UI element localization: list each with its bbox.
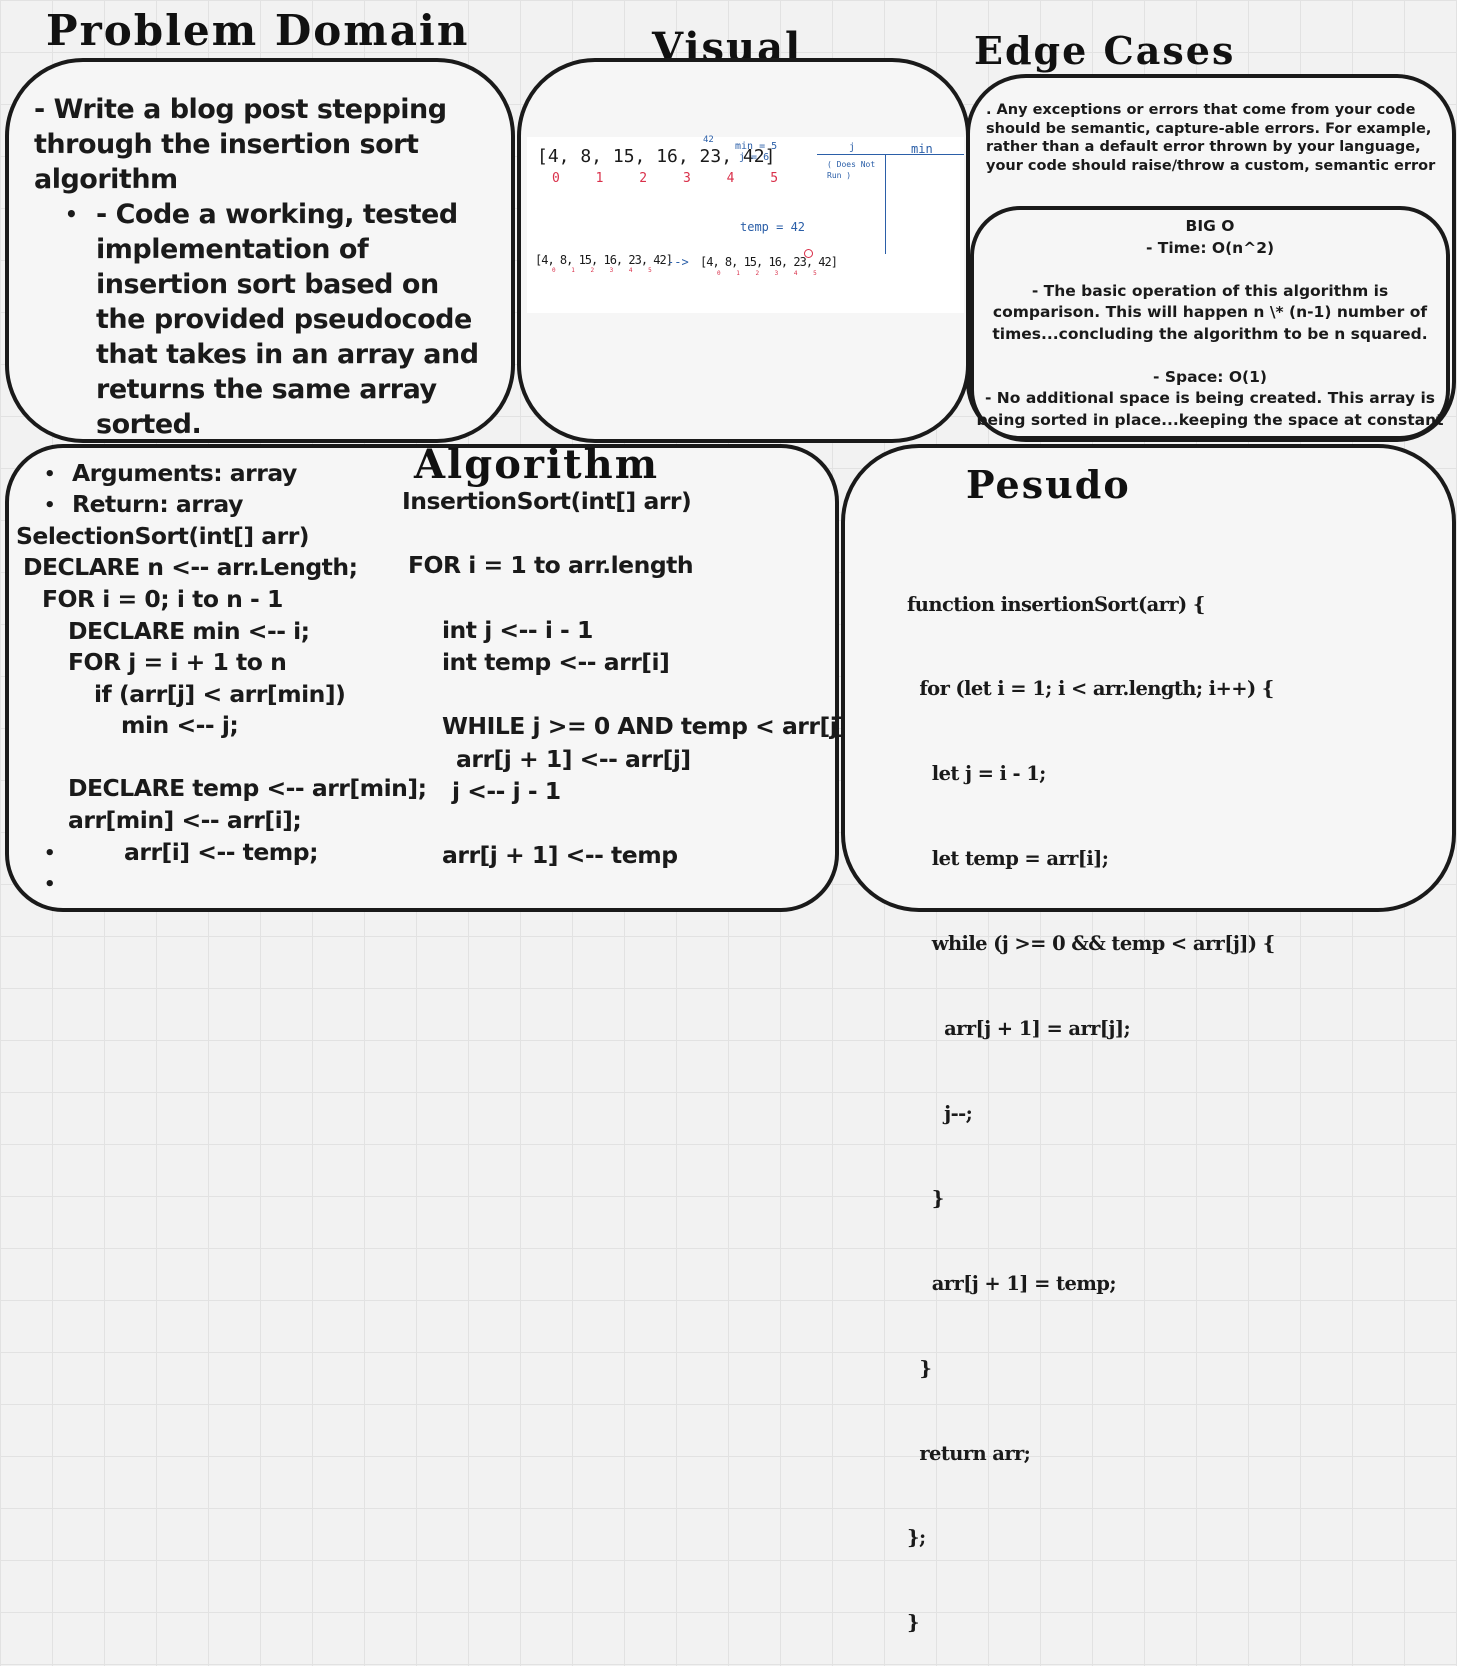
trace-vertical-line [885,154,886,254]
pseudo-code-line: while (j >= 0 && temp < arr[j]) { [907,932,1276,956]
indices-top: 0 1 2 3 4 5 [552,171,793,186]
big-o-text: BIG O - Time: O(n^2) - The basic operati… [976,216,1444,431]
big-o-time-desc: - The basic operation of this algorithm … [992,281,1428,343]
problem-domain-item-1: - Write a blog post stepping through the… [34,94,447,195]
arguments-line: Arguments: array [72,459,297,487]
pseudo-code-line: for (let i = 1; i < arr.length; i++) { [907,677,1274,701]
insertion-code-line: arr[j + 1] <-- arr[j] [456,745,691,773]
pseudo-code-line: let j = i - 1; [907,762,1047,786]
bullet-dot: • [44,874,56,895]
array-after: [4, 8, 15, 16, 23, 42] [700,255,838,269]
selection-code-line: FOR i = 0; i to n - 1 [42,585,283,613]
pseudo-heading: Pesudo [966,462,1131,507]
temp-note: temp = 42 [740,220,806,234]
pseudo-code-line: j--; [907,1101,973,1125]
insertion-code-line: int j <-- i - 1 [442,616,593,644]
selection-code-line: DECLARE min <-- i; [68,617,310,645]
edge-cases-text: . Any exceptions or errors that come fro… [986,102,1436,174]
selection-code-line: SelectionSort(int[] arr) [16,522,310,550]
pseudo-code-line: let temp = arr[i]; [907,847,1109,871]
bullet-dot: • [44,464,56,485]
small-42-note: 42 [703,135,714,145]
pseudo-code-line: } [907,1356,932,1380]
selection-code-line: DECLARE temp <-- arr[min]; [68,774,427,802]
selection-code-line: DECLARE n <-- arr.Length; [23,553,358,581]
visual-whiteboard: [4, 8, 15, 16, 23, 42] 42 0 1 2 3 4 5 mi… [527,135,964,313]
insertion-code-line: int temp <-- arr[i] [442,648,670,676]
insertion-code-line: arr[j + 1] <-- temp [442,841,678,869]
indices-after: 0 1 2 3 4 5 [717,270,823,277]
circle-mark [804,249,813,258]
arrow: --> [667,255,689,269]
selection-code-line: if (arr[j] < arr[min]) [94,680,346,708]
selection-code-line: min <-- j; [121,711,239,739]
trace-col-j: j [849,142,856,153]
problem-domain-heading: Problem Domain [46,6,470,55]
problem-domain-item-2: • - Code a working, tested implementatio… [65,199,479,440]
edge-cases-heading: Edge Cases [974,28,1236,73]
pseudo-code-line: arr[j + 1] = arr[j]; [907,1017,1131,1041]
pseudo-code: function insertionSort(arr) { for (let i… [907,534,1275,1666]
bullet-dot: • [44,843,56,864]
min-note: min = 5 [735,141,778,152]
algorithm-heading: Algorithm [414,441,660,488]
pseudo-code-line: } [907,1611,920,1635]
big-o-space: - Space: O(1) [1153,367,1267,386]
big-o-title: BIG O [1185,217,1235,235]
insertion-code-line: j <-- j - 1 [452,777,561,805]
selection-code-line: arr[i] <-- temp; [124,838,319,866]
array-before: [4, 8, 15, 16, 23, 42] [535,253,673,267]
selection-code-line: FOR j = i + 1 to n [68,648,287,676]
j-note: j = 6 [739,152,770,163]
indices-before: 0 1 2 3 4 5 [552,267,658,274]
pseudo-code-line: } [907,1186,945,1210]
return-line: Return: array [72,490,243,518]
does-not-run-note: ( Does Not Run ) [827,160,876,180]
big-o-space-desc: - No additional space is being created. … [976,389,1444,429]
pseudo-code-line: arr[j + 1] = temp; [907,1271,1117,1295]
insertion-code-line: FOR i = 1 to arr.length [408,551,694,579]
bullet-dot: • [44,495,56,516]
bullet-dot: • [65,202,78,226]
pseudo-code-line: }; [907,1526,926,1550]
big-o-time: - Time: O(n^2) [1145,238,1275,257]
pseudo-code-line: function insertionSort(arr) { [907,592,1205,616]
trace-horizontal-line [817,154,964,155]
problem-domain-text: - Write a blog post stepping through the… [34,92,494,442]
insertion-code-line: InsertionSort(int[] arr) [402,487,692,515]
pseudo-code-line: return arr; [907,1441,1031,1465]
insertion-code-line: WHILE j >= 0 AND temp < arr[j] [442,712,848,740]
selection-code-line: arr[min] <-- arr[i]; [68,806,302,834]
